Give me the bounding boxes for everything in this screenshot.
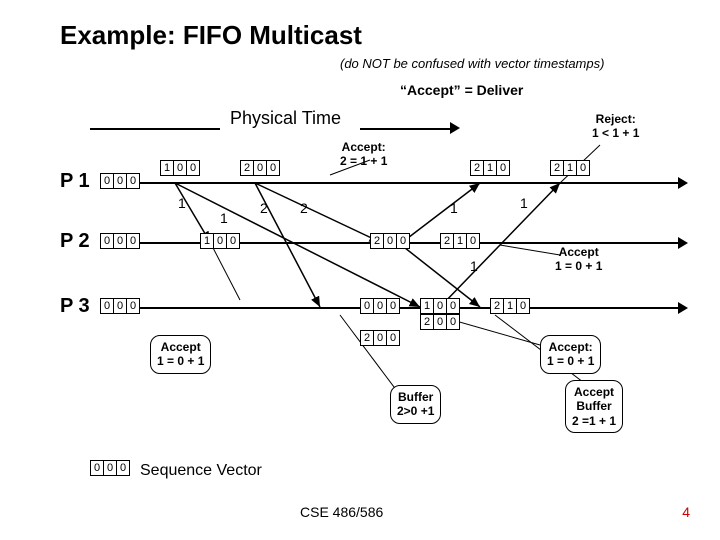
process-p3-label: P 3 bbox=[60, 295, 90, 318]
vector-p1-a: 100 bbox=[160, 160, 200, 176]
msg-num-4: 1 bbox=[520, 195, 528, 211]
sequence-vector-label: Sequence Vector bbox=[140, 462, 262, 480]
msg-num-2a: 2 bbox=[260, 200, 268, 216]
vector-p2-a: 100 bbox=[200, 233, 240, 249]
msg-num-2b: 2 bbox=[300, 200, 308, 216]
process-p2-label: P 2 bbox=[60, 230, 90, 253]
page-number: 4 bbox=[682, 504, 690, 520]
vector-p3-a: 000 bbox=[360, 298, 400, 314]
vector-p2-init: 000 bbox=[100, 233, 140, 249]
vector-p3-d: 200 bbox=[360, 330, 400, 346]
footer-course: CSE 486/586 bbox=[300, 504, 383, 520]
callout-accept-buffer: Accept Buffer 2 =1 + 1 bbox=[565, 380, 623, 433]
accept-equals-deliver: “Accept” = Deliver bbox=[400, 82, 523, 98]
annotation-reject: Reject: 1 < 1 + 1 bbox=[592, 112, 639, 141]
vector-p1-d: 210 bbox=[550, 160, 590, 176]
msg-num-1a: 1 bbox=[178, 195, 186, 211]
slide-subtitle: (do NOT be confused with vector timestam… bbox=[340, 56, 604, 71]
timeline-p1 bbox=[100, 182, 680, 184]
vector-p3-b: 100 bbox=[420, 298, 460, 314]
arrow-head-icon bbox=[450, 122, 460, 134]
vector-p3-init: 000 bbox=[100, 298, 140, 314]
physical-time-label: Physical Time bbox=[230, 108, 341, 129]
message-arrows bbox=[0, 0, 720, 540]
msg-num-1b: 1 bbox=[220, 210, 228, 226]
callout-accept-left: Accept 1 = 0 + 1 bbox=[150, 335, 211, 374]
callout-accept-bottom: Accept: 1 = 0 + 1 bbox=[540, 335, 601, 374]
msg-num-3b: 1 bbox=[470, 258, 478, 274]
annotation-accept-2: Accept: 2 = 1 + 1 bbox=[340, 140, 387, 169]
annotation-accept-top-right: Accept 1 = 0 + 1 bbox=[555, 245, 602, 274]
vector-sequence-legend: 000 bbox=[90, 460, 130, 476]
callout-buffer: Buffer 2>0 +1 bbox=[390, 385, 441, 424]
msg-num-3a: 1 bbox=[450, 200, 458, 216]
vector-p2-b: 200 bbox=[370, 233, 410, 249]
vector-p1-b: 200 bbox=[240, 160, 280, 176]
vector-p3-c: 200 bbox=[420, 314, 460, 330]
vector-p2-c: 210 bbox=[440, 233, 480, 249]
vector-p1-c: 210 bbox=[470, 160, 510, 176]
vector-p1-init: 000 bbox=[100, 173, 140, 189]
vector-p3-e: 210 bbox=[490, 298, 530, 314]
slide-title: Example: FIFO Multicast bbox=[60, 20, 362, 51]
process-p1-label: P 1 bbox=[60, 170, 90, 193]
